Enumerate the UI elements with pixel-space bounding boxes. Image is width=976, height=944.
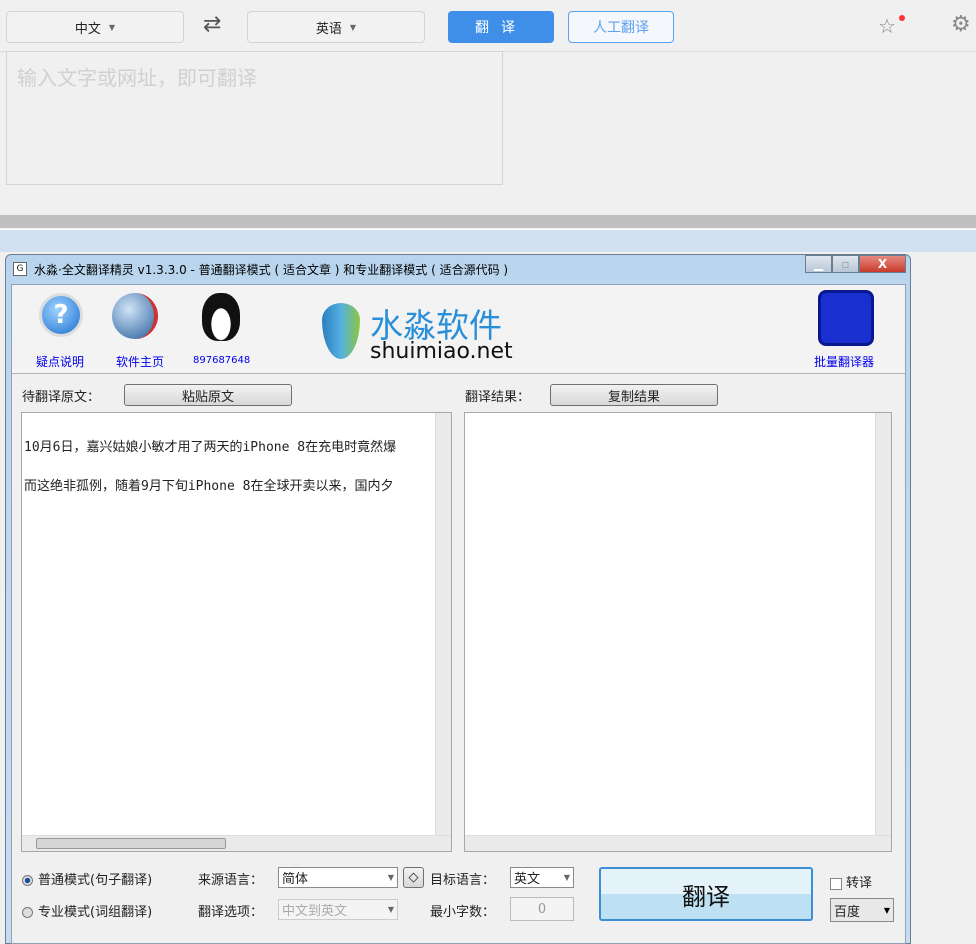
normal-mode-radio[interactable]: 普通模式(句子翻译) <box>22 869 152 888</box>
chevron-down-icon: ▼ <box>387 905 394 914</box>
source-language-select[interactable]: 中文 ▼ <box>6 11 184 43</box>
target-language-select[interactable]: 英语 ▼ <box>247 11 425 43</box>
app-icon: G <box>13 262 27 276</box>
source-line: 而这绝非孤例，随着9月下旬iPhone 8在全球开卖以来，国内夕 <box>24 479 394 494</box>
qq-link[interactable]: 897687648 <box>193 355 250 366</box>
maximize-button[interactable]: ▫ <box>832 255 859 273</box>
combo-value: 中文到英文 <box>282 904 348 919</box>
radio-unchecked-icon <box>22 907 33 918</box>
translate-input[interactable]: 输入文字或网址，即可翻译 <box>6 51 503 185</box>
min-chars-input[interactable]: 0 <box>510 897 574 921</box>
option-label: 翻译选项： <box>198 905 264 920</box>
combo-value: 简体 <box>282 872 309 887</box>
result-textarea[interactable] <box>464 412 892 852</box>
help-icon[interactable]: ? <box>39 293 83 337</box>
target-language-combo[interactable]: 英文 ▼ <box>510 867 574 888</box>
paste-button[interactable]: 粘贴原文 <box>124 384 292 406</box>
translation-option-combo[interactable]: 中文到英文 ▼ <box>278 899 398 920</box>
batch-translator-icon[interactable] <box>818 290 874 346</box>
chevron-down-icon: ▼ <box>387 873 394 882</box>
taskbar-strip <box>0 229 976 252</box>
target-language-value: 英语 <box>315 21 342 37</box>
qq-penguin-icon[interactable] <box>202 293 240 341</box>
source-line: 10月6日，嘉兴姑娘小敏才用了两天的iPhone 8在充电时竟然爆 <box>24 440 397 455</box>
chevron-down-icon: ▼ <box>108 22 116 32</box>
source-language-value: 中文 <box>74 21 101 37</box>
source-textarea[interactable]: 10月6日，嘉兴姑娘小敏才用了两天的iPhone 8在充电时竟然爆 而这绝非孤例… <box>21 412 452 852</box>
engine-combo[interactable]: 百度 ▼ <box>830 898 894 922</box>
scroll-thumb[interactable] <box>36 838 226 849</box>
vertical-scrollbar[interactable] <box>435 413 451 835</box>
human-translate-button[interactable]: 人工翻译 <box>568 11 674 43</box>
source-label: 待翻译原文： <box>22 390 101 405</box>
globe-icon[interactable] <box>112 293 158 339</box>
header-panel: ? 疑点说明 软件主页 897687648 水淼软件 shuimiao.net … <box>12 285 905 374</box>
batch-translator-link[interactable]: 批量翻译器 <box>814 353 874 370</box>
transliterate-label: 转译 <box>846 876 873 891</box>
vertical-scrollbar[interactable] <box>875 413 891 835</box>
checkbox-icon <box>830 877 842 890</box>
translate-button[interactable]: 翻译 <box>448 11 554 43</box>
pro-mode-radio[interactable]: 专业模式(词组翻译) <box>22 901 152 920</box>
logo-drop-icon <box>322 303 360 359</box>
gray-bar <box>0 215 976 228</box>
chevron-down-icon: ▼ <box>349 22 357 32</box>
favorites-icon[interactable]: ☆ <box>878 14 896 38</box>
home-link[interactable]: 软件主页 <box>116 353 164 370</box>
window-title: 水淼·全文翻译精灵 v1.3.3.0 - 普通翻译模式 ( 适合文章 ) 和专业… <box>34 263 509 277</box>
notification-dot <box>899 15 905 21</box>
copy-result-button[interactable]: 复制结果 <box>550 384 718 406</box>
chevron-down-icon: ▼ <box>883 905 890 915</box>
logo-en: shuimiao.net <box>370 339 513 364</box>
combo-value: 英文 <box>514 872 541 887</box>
min-chars-label: 最小字数： <box>430 905 496 920</box>
source-language-combo[interactable]: 简体 ▼ <box>278 867 398 888</box>
close-button[interactable]: X <box>859 255 906 273</box>
source-language-label: 来源语言： <box>198 873 264 888</box>
target-language-label: 目标语言： <box>430 873 496 888</box>
minimize-button[interactable]: ▁ <box>805 255 832 273</box>
client-area: ? 疑点说明 软件主页 897687648 水淼软件 shuimiao.net … <box>11 284 906 944</box>
chevron-down-icon: ▼ <box>563 873 570 882</box>
transliterate-checkbox[interactable]: 转译 <box>830 872 872 891</box>
main-translate-button[interactable]: 翻译 <box>599 867 813 921</box>
pro-mode-label: 专业模式(词组翻译) <box>38 905 153 920</box>
radio-checked-icon <box>22 875 33 886</box>
gear-icon[interactable]: ⚙ <box>951 12 971 37</box>
swap-language-button[interactable]: ◇ <box>403 867 424 888</box>
combo-value: 百度 <box>834 904 861 920</box>
swap-icon[interactable]: ⇄ <box>203 12 221 37</box>
horizontal-scrollbar[interactable] <box>465 835 891 851</box>
help-link[interactable]: 疑点说明 <box>36 353 84 370</box>
app-window: G 水淼·全文翻译精灵 v1.3.3.0 - 普通翻译模式 ( 适合文章 ) 和… <box>5 254 911 944</box>
normal-mode-label: 普通模式(句子翻译) <box>38 873 153 888</box>
result-label: 翻译结果： <box>465 390 531 405</box>
horizontal-scrollbar[interactable] <box>22 835 451 851</box>
